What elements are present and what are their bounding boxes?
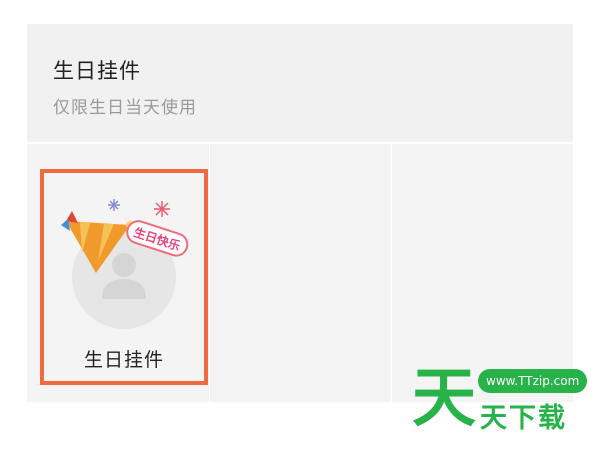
pendant-cell-empty[interactable] [210, 144, 391, 402]
pendant-cell-birthday[interactable]: 生日快乐 生日挂件 [27, 144, 209, 402]
pendant-label: 生日挂件 [83, 349, 164, 371]
firework-icon [108, 199, 120, 211]
watermark-logo-glyph: 天 [412, 362, 476, 430]
birthday-pendant-preview: 生日快乐 [61, 199, 189, 329]
watermark: 天 www.TTzip.com 天下载 [410, 360, 590, 440]
section-title: 生日挂件 [53, 59, 141, 83]
birthday-pendant-page: 生日挂件 仅限生日当天使用 生日快乐 生日挂件 天 www.TTzip.com … [0, 0, 600, 450]
pendant-panel: 生日挂件 仅限生日当天使用 生日快乐 生日挂件 [27, 24, 573, 402]
watermark-brand: 天下载 [480, 403, 567, 434]
section-header: 生日挂件 仅限生日当天使用 [27, 24, 573, 142]
watermark-url: www.TTzip.com [478, 369, 588, 393]
watermark-logo: 天 [412, 362, 476, 430]
pendant-selection-frame[interactable]: 生日快乐 生日挂件 [40, 169, 208, 385]
firework-icon [154, 201, 170, 217]
section-subtitle: 仅限生日当天使用 [53, 98, 197, 118]
